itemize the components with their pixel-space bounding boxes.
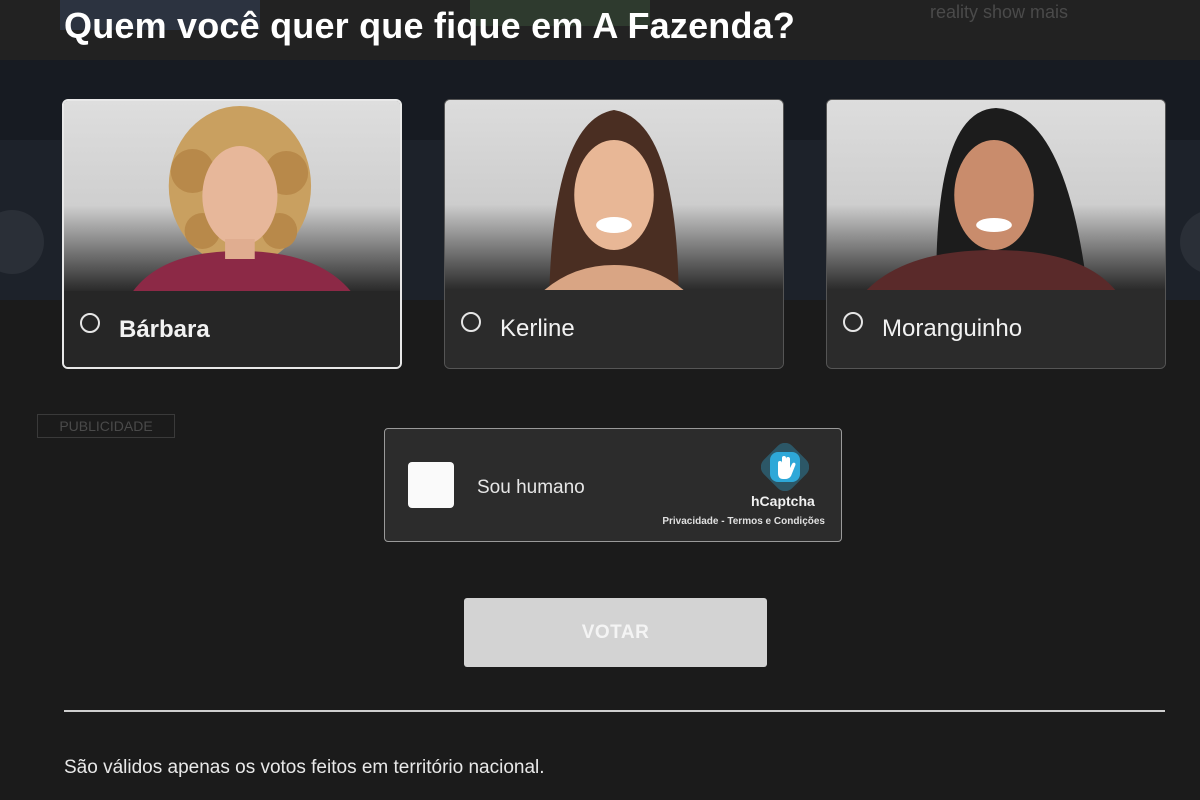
option-card-barbara[interactable]: Bárbara xyxy=(62,99,402,369)
terms-link[interactable]: Termos e Condições xyxy=(727,516,825,527)
participant-name: Kerline xyxy=(500,315,575,342)
radio-button[interactable] xyxy=(461,312,481,332)
poll-title: Quem você quer que fique em A Fazenda? xyxy=(64,5,796,46)
participant-photo xyxy=(445,100,783,290)
hcaptcha-logo-icon xyxy=(760,442,810,492)
participant-photo xyxy=(827,100,1165,290)
option-label-row: Kerline xyxy=(445,290,783,368)
option-card-moranguinho[interactable]: Moranguinho xyxy=(826,99,1166,369)
captcha-checkbox[interactable] xyxy=(408,462,454,508)
ad-label: PUBLICIDADE xyxy=(37,414,175,438)
hcaptcha-widget: Sou humano hCaptcha Privacidade - Termos… xyxy=(384,428,842,542)
option-label-row: Bárbara xyxy=(64,291,400,367)
poll-options: Bárbara Kerline Moranguinho xyxy=(62,99,1166,371)
captcha-links: Privacidade - Termos e Condições xyxy=(662,516,825,527)
divider xyxy=(64,710,1165,712)
background-avatar xyxy=(1180,210,1200,274)
vote-button[interactable]: VOTAR xyxy=(464,598,767,667)
participant-name: Bárbara xyxy=(119,316,210,343)
privacy-link[interactable]: Privacidade xyxy=(662,516,718,527)
option-card-kerline[interactable]: Kerline xyxy=(444,99,784,369)
participant-name: Moranguinho xyxy=(882,315,1023,342)
participant-photo xyxy=(64,101,400,291)
option-label-row: Moranguinho xyxy=(827,290,1165,368)
background-avatar xyxy=(0,210,44,274)
territory-note: São válidos apenas os votos feitos em te… xyxy=(64,757,545,778)
radio-button[interactable] xyxy=(80,313,100,333)
captcha-brand: hCaptcha xyxy=(751,493,815,509)
radio-button[interactable] xyxy=(843,312,863,332)
background-headline: reality show mais xyxy=(930,2,1069,22)
captcha-label: Sou humano xyxy=(477,477,585,498)
